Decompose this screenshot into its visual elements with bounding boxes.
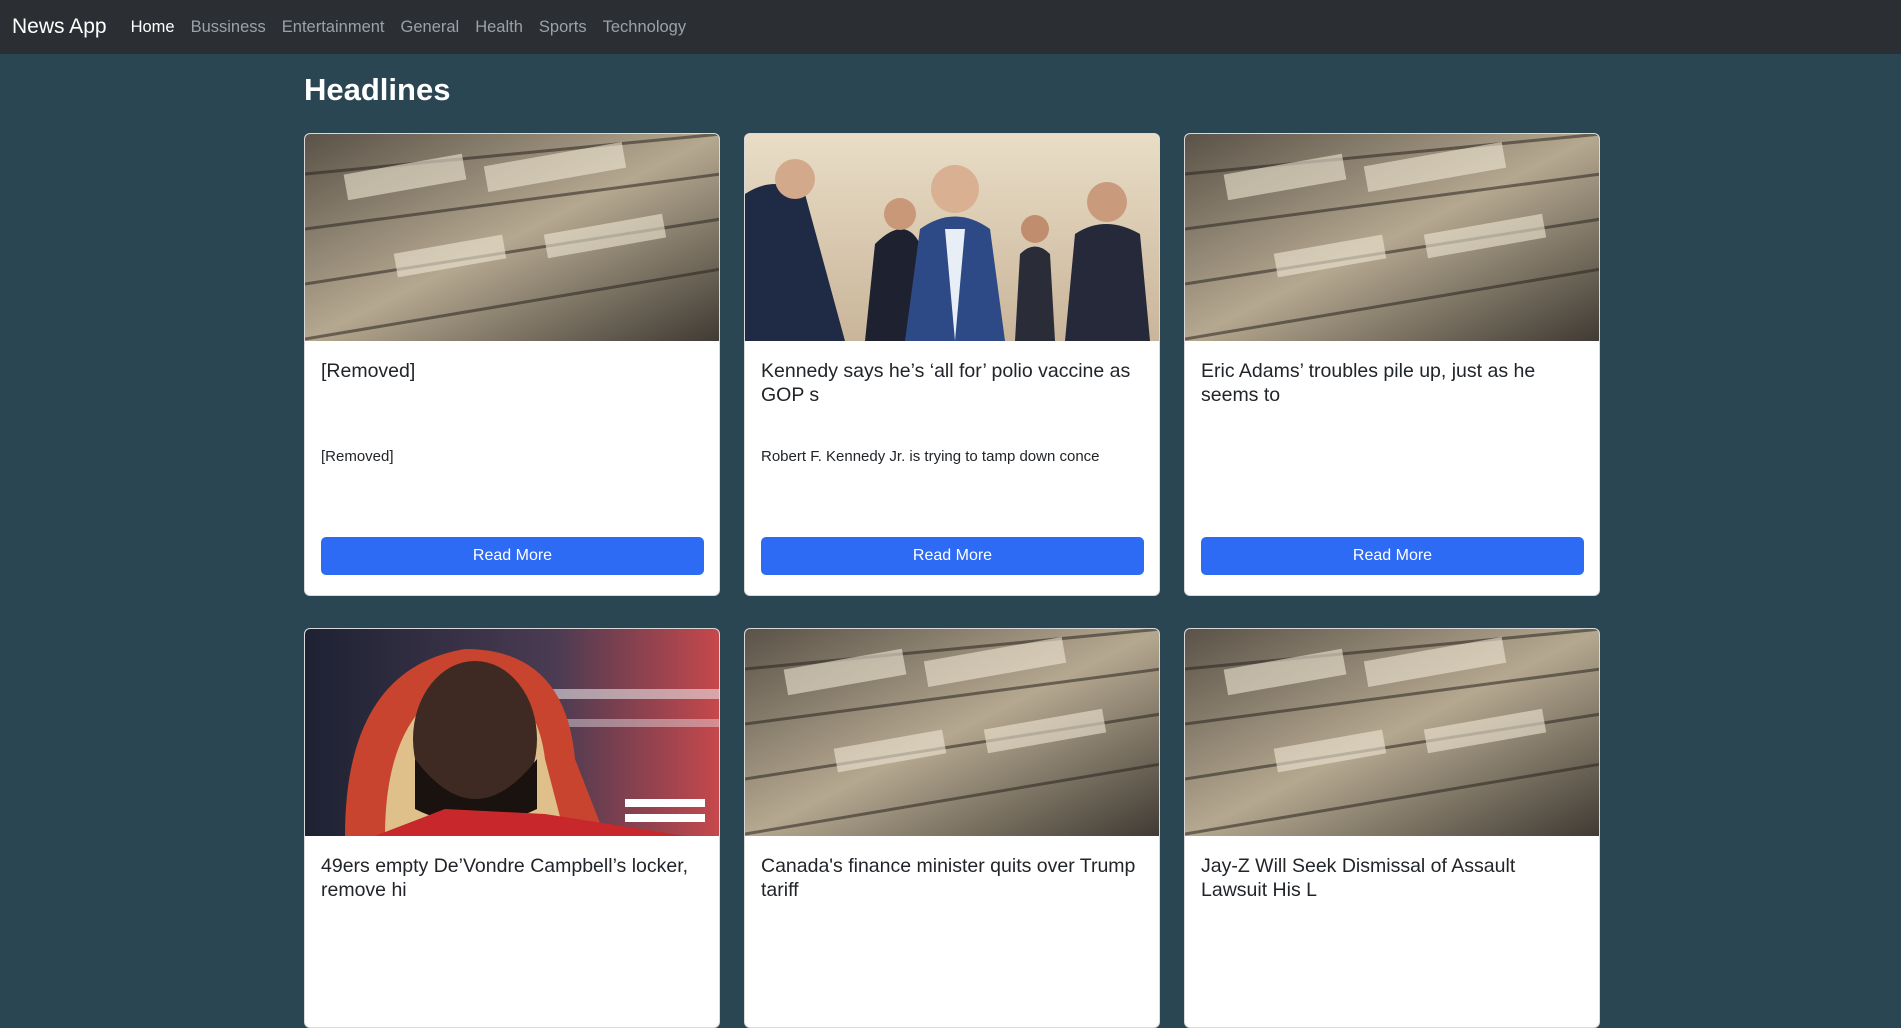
nav-link-general[interactable]: General: [401, 18, 460, 37]
news-card: 49ers empty De’Vondre Campbell’s locker,…: [304, 628, 720, 1028]
nav-link-home[interactable]: Home: [131, 18, 175, 37]
card-body: Canada's finance minister quits over Tru…: [745, 836, 1159, 918]
card-image: [1185, 134, 1599, 341]
news-card: Jay-Z Will Seek Dismissal of Assault Law…: [1184, 628, 1600, 1028]
card-image: [305, 629, 719, 836]
card-title: Kennedy says he’s ‘all for’ polio vaccin…: [761, 360, 1131, 406]
nav-link-entertainment[interactable]: Entertainment: [282, 18, 385, 37]
news-card: Eric Adams’ troubles pile up, just as he…: [1184, 133, 1600, 596]
card-title: Jay-Z Will Seek Dismissal of Assault Law…: [1201, 855, 1516, 901]
read-more-button[interactable]: Read More: [1201, 537, 1584, 575]
news-card: Canada's finance minister quits over Tru…: [744, 628, 1160, 1028]
card-body: Eric Adams’ troubles pile up, just as he…: [1185, 341, 1599, 595]
nav-link-bussiness[interactable]: Bussiness: [191, 18, 266, 37]
card-image: [745, 134, 1159, 341]
nav-link-sports[interactable]: Sports: [539, 18, 587, 37]
card-title: Canada's finance minister quits over Tru…: [761, 855, 1136, 901]
card-title: Eric Adams’ troubles pile up, just as he…: [1201, 360, 1536, 406]
read-more-button[interactable]: Read More: [321, 537, 704, 575]
read-more-button[interactable]: Read More: [761, 537, 1144, 575]
page-title: Headlines: [304, 72, 451, 107]
brand-logo[interactable]: News App: [12, 15, 107, 39]
card-image: [305, 134, 719, 341]
nav-link-health[interactable]: Health: [475, 18, 523, 37]
card-body: Kennedy says he’s ‘all for’ polio vaccin…: [745, 341, 1159, 595]
card-body: [Removed] [Removed] Read More: [305, 341, 719, 595]
news-card: Kennedy says he’s ‘all for’ polio vaccin…: [744, 133, 1160, 596]
news-card: [Removed] [Removed] Read More: [304, 133, 720, 596]
card-image: [745, 629, 1159, 836]
card-description: Robert F. Kennedy Jr. is trying to tamp …: [761, 448, 1100, 465]
card-description: [Removed]: [321, 448, 394, 465]
nav-link-technology[interactable]: Technology: [603, 18, 686, 37]
card-image: [1185, 629, 1599, 836]
card-body: Jay-Z Will Seek Dismissal of Assault Law…: [1185, 836, 1599, 918]
navbar: News App Home Bussiness Entertainment Ge…: [0, 0, 1901, 54]
card-title: [Removed]: [321, 360, 416, 382]
card-title: 49ers empty De’Vondre Campbell’s locker,…: [321, 855, 689, 901]
card-body: 49ers empty De’Vondre Campbell’s locker,…: [305, 836, 719, 918]
